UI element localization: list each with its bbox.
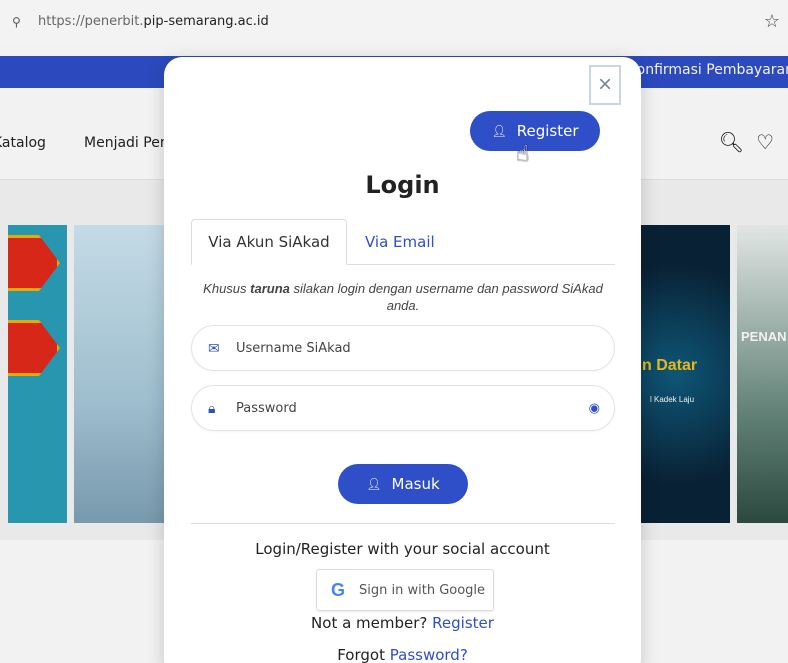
register-label: Register: [516, 122, 579, 140]
submit-label: Masuk: [391, 475, 440, 493]
google-icon: G: [331, 579, 346, 600]
user-icon: 👤︎: [366, 477, 382, 491]
close-button[interactable]: ×: [589, 65, 621, 105]
username-input[interactable]: [236, 340, 556, 356]
forgot-password-link[interactable]: Password?: [390, 646, 468, 663]
tab-via-email[interactable]: Via Email: [365, 219, 435, 265]
eye-slash-icon[interactable]: ◉: [589, 400, 600, 416]
password-field[interactable]: 🔒︎ ◉: [191, 385, 615, 431]
social-title: Login/Register with your social account: [255, 540, 550, 558]
not-member-line: Not a member? Register: [311, 614, 494, 632]
divider: [191, 523, 615, 524]
hand-cursor-icon: ☝: [516, 141, 530, 166]
tab-via-akun-siakad[interactable]: Via Akun SiAkad: [191, 219, 347, 265]
page-title: Login: [365, 171, 440, 199]
register-button[interactable]: 👤︎ Register: [470, 111, 600, 151]
login-note: Khusus taruna silakan login dengan usern…: [203, 281, 603, 313]
google-signin-button[interactable]: G Sign in with Google: [316, 569, 494, 611]
star-icon[interactable]: ☆: [764, 11, 780, 32]
google-signin-label: Sign in with Google: [359, 582, 486, 598]
password-input[interactable]: [236, 400, 556, 416]
lock-icon: 🔒︎: [208, 399, 216, 416]
tune-icon[interactable]: ⚲: [12, 15, 32, 29]
envelope-icon: ✉: [208, 339, 220, 356]
login-submit-button[interactable]: 👤︎ Masuk: [338, 464, 468, 504]
close-icon: ×: [597, 71, 612, 98]
login-tabs: Via Akun SiAkad Via Email: [191, 219, 615, 265]
add-user-icon: 👤︎: [491, 124, 507, 138]
address-bar[interactable]: ⚲ https://penerbit.pip-semarang.ac.id ☆: [0, 0, 788, 43]
url-text[interactable]: https://penerbit.pip-semarang.ac.id: [38, 14, 269, 29]
forgot-line: Forgot Password?: [337, 646, 468, 663]
login-modal: × 👤︎ Register ☝ Login Via Akun SiAkad Vi…: [164, 57, 641, 663]
register-link[interactable]: Register: [432, 614, 494, 632]
username-field[interactable]: ✉: [191, 325, 615, 371]
